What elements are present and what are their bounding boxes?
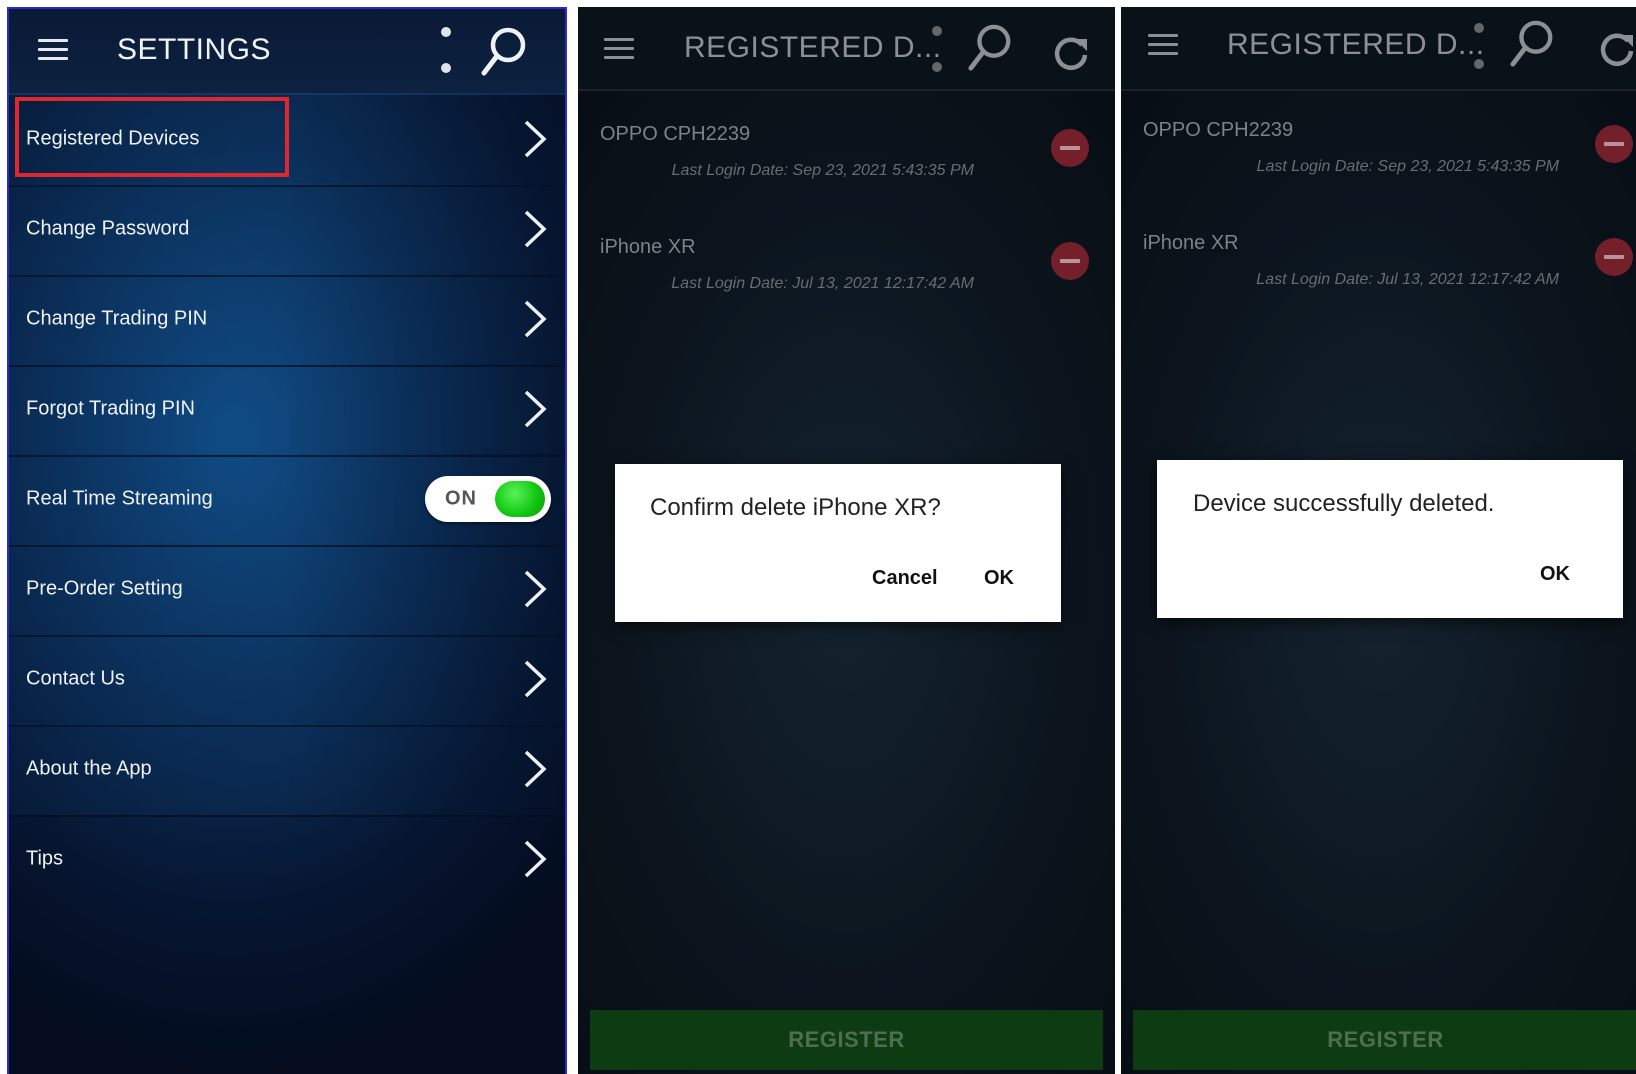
device-last-login: Last Login Date: Sep 23, 2021 5:43:35 PM — [671, 162, 974, 179]
highlight-annotation-box — [15, 97, 289, 177]
menu-item-label: Real Time Streaming — [26, 487, 213, 510]
settings-item-forgot-trading-pin[interactable]: Forgot Trading PIN — [9, 363, 565, 457]
settings-item-about-the-app[interactable]: About the App — [9, 723, 565, 817]
device-last-login: Last Login Date: Jul 13, 2021 12:17:42 A… — [1256, 271, 1559, 288]
page-title: SETTINGS — [117, 33, 272, 66]
more-vertical-icon[interactable] — [932, 26, 942, 72]
device-name: iPhone XR — [1143, 232, 1239, 254]
menu-item-label: About the App — [26, 757, 152, 780]
device-name: OPPO CPH2239 — [600, 123, 751, 145]
settings-item-change-password[interactable]: Change Password — [9, 183, 565, 277]
chevron-right-icon — [524, 390, 547, 428]
toggle-state-label: ON — [445, 487, 477, 510]
chevron-right-icon — [524, 660, 547, 698]
menu-item-label: Pre-Order Setting — [26, 577, 183, 600]
hamburger-menu-icon[interactable] — [604, 38, 634, 60]
registered-devices-deleted-screen: REGISTERED D... OPPO CPH2239 Last Login … — [1121, 7, 1636, 1074]
more-vertical-icon[interactable] — [441, 27, 451, 73]
chevron-right-icon — [524, 120, 547, 158]
remove-circle-icon[interactable] — [1051, 129, 1089, 167]
menu-item-label: Change Password — [26, 217, 190, 240]
register-button[interactable]: REGISTER — [590, 1010, 1103, 1070]
confirm-delete-dialog: Confirm delete iPhone XR? Cancel OK — [615, 464, 1061, 622]
page-title: REGISTERED D... — [684, 31, 942, 64]
search-icon[interactable] — [966, 21, 1014, 75]
settings-screen: SETTINGS Registered Devices Change Passw… — [7, 7, 567, 1074]
delete-success-dialog: Device successfully deleted. OK — [1157, 460, 1623, 618]
registered-devices-app-bar: REGISTERED D... — [578, 7, 1115, 91]
device-name: OPPO CPH2239 — [1143, 119, 1294, 141]
menu-item-label: Forgot Trading PIN — [26, 397, 195, 420]
registered-devices-confirm-screen: REGISTERED D... OPPO CPH2239 Last Login … — [578, 7, 1115, 1074]
device-last-login: Last Login Date: Sep 23, 2021 5:43:35 PM — [1256, 158, 1559, 175]
remove-circle-icon[interactable] — [1595, 125, 1633, 163]
refresh-icon[interactable] — [1051, 33, 1091, 73]
device-name: iPhone XR — [600, 236, 696, 258]
menu-item-label: Tips — [26, 847, 64, 870]
search-icon[interactable] — [1508, 17, 1556, 71]
remove-circle-icon[interactable] — [1051, 242, 1089, 280]
settings-item-pre-order-setting[interactable]: Pre-Order Setting — [9, 543, 565, 637]
register-button-label: REGISTER — [1327, 1027, 1444, 1052]
settings-item-real-time-streaming: Real Time Streaming ON — [9, 453, 565, 547]
settings-item-tips[interactable]: Tips — [9, 813, 565, 905]
settings-item-contact-us[interactable]: Contact Us — [9, 633, 565, 727]
toggle-knob — [495, 481, 545, 517]
dialog-message: Device successfully deleted. — [1193, 490, 1495, 517]
menu-item-label: Contact Us — [26, 667, 125, 690]
ok-button[interactable]: OK — [1540, 563, 1570, 586]
dialog-message: Confirm delete iPhone XR? — [650, 494, 941, 521]
chevron-right-icon — [524, 750, 547, 788]
menu-item-label: Change Trading PIN — [26, 307, 208, 330]
settings-item-change-trading-pin[interactable]: Change Trading PIN — [9, 273, 565, 367]
remove-circle-icon[interactable] — [1595, 238, 1633, 276]
chevron-right-icon — [524, 570, 547, 608]
register-button-label: REGISTER — [788, 1027, 905, 1052]
ok-button[interactable]: OK — [984, 567, 1014, 590]
registered-devices-app-bar: REGISTERED D... — [1121, 7, 1636, 91]
hamburger-menu-icon[interactable] — [38, 39, 68, 61]
hamburger-menu-icon[interactable] — [1148, 34, 1178, 56]
chevron-right-icon — [524, 300, 547, 338]
more-vertical-icon[interactable] — [1474, 23, 1484, 69]
refresh-icon[interactable] — [1597, 29, 1636, 69]
register-button[interactable]: REGISTER — [1133, 1010, 1636, 1070]
real-time-streaming-toggle[interactable]: ON — [425, 476, 551, 522]
device-last-login: Last Login Date: Jul 13, 2021 12:17:42 A… — [671, 275, 974, 292]
chevron-right-icon — [524, 840, 547, 878]
settings-app-bar: SETTINGS — [9, 9, 565, 95]
chevron-right-icon — [524, 210, 547, 248]
page-title: REGISTERED D... — [1227, 28, 1485, 61]
search-icon[interactable] — [479, 25, 529, 79]
cancel-button[interactable]: Cancel — [872, 567, 938, 590]
